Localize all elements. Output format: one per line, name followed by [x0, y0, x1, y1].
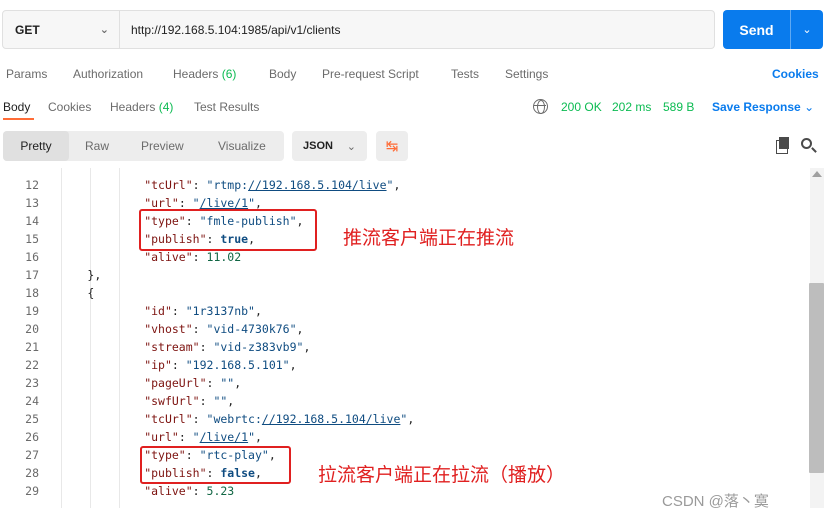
tab-settings[interactable]: Settings [505, 67, 548, 81]
code-line: 26 "url": "/live/1", [0, 430, 808, 448]
line-number: 22 [25, 358, 39, 372]
scrollbar-thumb[interactable] [809, 283, 824, 473]
request-url-bar: GET ⌄ http://192.168.5.104:1985/api/v1/c… [2, 10, 715, 49]
chevron-down-icon: ⌄ [346, 140, 356, 153]
line-number: 29 [25, 484, 39, 498]
tab-response-body[interactable]: Body [3, 100, 30, 114]
tab-tests[interactable]: Tests [451, 67, 479, 81]
watermark: CSDN @落丶寞 [662, 493, 769, 510]
method-label: GET [15, 22, 40, 37]
code-line: 24 "swfUrl": "", [0, 394, 808, 412]
chevron-down-icon[interactable]: ⌄ [791, 23, 823, 36]
tab-prerequest-script[interactable]: Pre-request Script [322, 67, 419, 81]
visualize-button[interactable]: Visualize [218, 139, 266, 153]
code-text: "pageUrl": "", [144, 376, 242, 390]
save-response-label: Save Response [712, 100, 801, 114]
pretty-button[interactable]: Pretty [3, 131, 69, 161]
tab-response-headers-label: Headers [110, 100, 156, 114]
line-number: 13 [25, 196, 39, 210]
view-mode-toolbar: Pretty Raw Preview Visualize [3, 131, 284, 161]
code-line: 16 "alive": 11.02 [0, 250, 808, 268]
chevron-down-icon: ⌄ [804, 100, 815, 114]
format-select[interactable]: JSON ⌄ [292, 131, 367, 161]
code-text: "tcUrl": "webrtc://192.168.5.104/live", [144, 412, 415, 426]
globe-icon[interactable] [533, 99, 548, 114]
scroll-up-icon[interactable] [812, 171, 822, 177]
code-line: 12 "tcUrl": "rtmp://192.168.5.104/live", [0, 178, 808, 196]
code-line: 19 "id": "1r3137nb", [0, 304, 808, 322]
request-tabs: Params Authorization Headers (6) Body Pr… [0, 62, 837, 86]
line-number: 21 [25, 340, 39, 354]
response-body-editor[interactable]: 12 "tcUrl": "rtmp://192.168.5.104/live", 1… [0, 168, 808, 508]
response-size: 589 B [663, 100, 695, 114]
active-tab-indicator [3, 118, 34, 120]
player-annotation: 拉流客户端正在拉流（播放） [318, 464, 566, 486]
tab-params[interactable]: Params [6, 67, 47, 81]
tab-headers-label: Headers [173, 67, 219, 81]
code-line: 22 "ip": "192.168.5.101", [0, 358, 808, 376]
code-line: 23 "pageUrl": "", [0, 376, 808, 394]
code-text: "alive": 11.02 [144, 250, 242, 264]
save-response-button[interactable]: Save Response ⌄ [712, 100, 814, 114]
method-select[interactable]: GET ⌄ [3, 11, 120, 48]
code-line: 17}, [0, 268, 808, 286]
code-line: 25 "tcUrl": "webrtc://192.168.5.104/live"… [0, 412, 808, 430]
tab-body[interactable]: Body [269, 67, 296, 81]
code-text: "stream": "vid-z383vb9", [144, 340, 311, 354]
code-text: "url": "/live/1", [144, 430, 262, 444]
send-button[interactable]: Send ⌄ [723, 10, 823, 49]
copy-icon[interactable] [776, 137, 790, 154]
tab-authorization[interactable]: Authorization [73, 67, 143, 81]
code-text: "vhost": "vid-4730k76", [144, 322, 304, 336]
line-number: 28 [25, 466, 39, 480]
response-time: 202 ms [612, 100, 652, 114]
url-input[interactable]: http://192.168.5.104:1985/api/v1/clients [120, 23, 341, 37]
code-text: "alive": 5.23 [144, 484, 235, 498]
search-icon[interactable] [801, 138, 812, 149]
preview-button[interactable]: Preview [141, 139, 184, 153]
line-number: 15 [25, 232, 39, 246]
line-number: 18 [25, 286, 39, 300]
chevron-down-icon: ⌄ [99, 24, 109, 36]
cookies-link[interactable]: Cookies [772, 67, 819, 81]
code-line: 18 { [0, 286, 808, 304]
code-text: "url": "/live/1", [144, 196, 262, 210]
tab-response-cookies[interactable]: Cookies [48, 100, 91, 114]
line-number: 26 [25, 430, 39, 444]
publisher-highlight-box [139, 209, 317, 251]
raw-button[interactable]: Raw [85, 139, 109, 153]
code-text: }, [87, 268, 102, 282]
code-line: 21 "stream": "vid-z383vb9", [0, 340, 808, 358]
line-number: 12 [25, 178, 39, 192]
wrap-lines-icon[interactable]: ↹ [376, 131, 408, 161]
line-number: 27 [25, 448, 39, 462]
response-tabs: Body Cookies Headers (4) Test Results 20… [0, 96, 837, 120]
tab-response-headers[interactable]: Headers (4) [110, 100, 173, 114]
line-number: 14 [25, 214, 39, 228]
tab-headers[interactable]: Headers (6) [173, 67, 236, 81]
status-code: 200 OK [561, 100, 602, 114]
line-number: 23 [25, 376, 39, 390]
tab-test-results[interactable]: Test Results [194, 100, 259, 114]
code-text: { [87, 286, 95, 300]
line-number: 16 [25, 250, 39, 264]
send-label: Send [739, 21, 774, 38]
publisher-annotation: 推流客户端正在推流 [343, 227, 515, 249]
headers-count: (6) [221, 67, 237, 81]
format-label: JSON [303, 140, 333, 152]
player-highlight-box [140, 446, 291, 484]
line-number: 20 [25, 322, 39, 336]
code-line: 13 "url": "/live/1", [0, 196, 808, 214]
line-number: 17 [25, 268, 39, 282]
code-text: "ip": "192.168.5.101", [144, 358, 297, 372]
line-number: 19 [25, 304, 39, 318]
code-text: "id": "1r3137nb", [144, 304, 262, 318]
line-number: 25 [25, 412, 39, 426]
response-headers-count: (4) [158, 100, 174, 114]
code-line: 20 "vhost": "vid-4730k76", [0, 322, 808, 340]
line-number: 24 [25, 394, 39, 408]
code-text: "tcUrl": "rtmp://192.168.5.104/live", [144, 178, 401, 192]
code-text: "swfUrl": "", [144, 394, 235, 408]
